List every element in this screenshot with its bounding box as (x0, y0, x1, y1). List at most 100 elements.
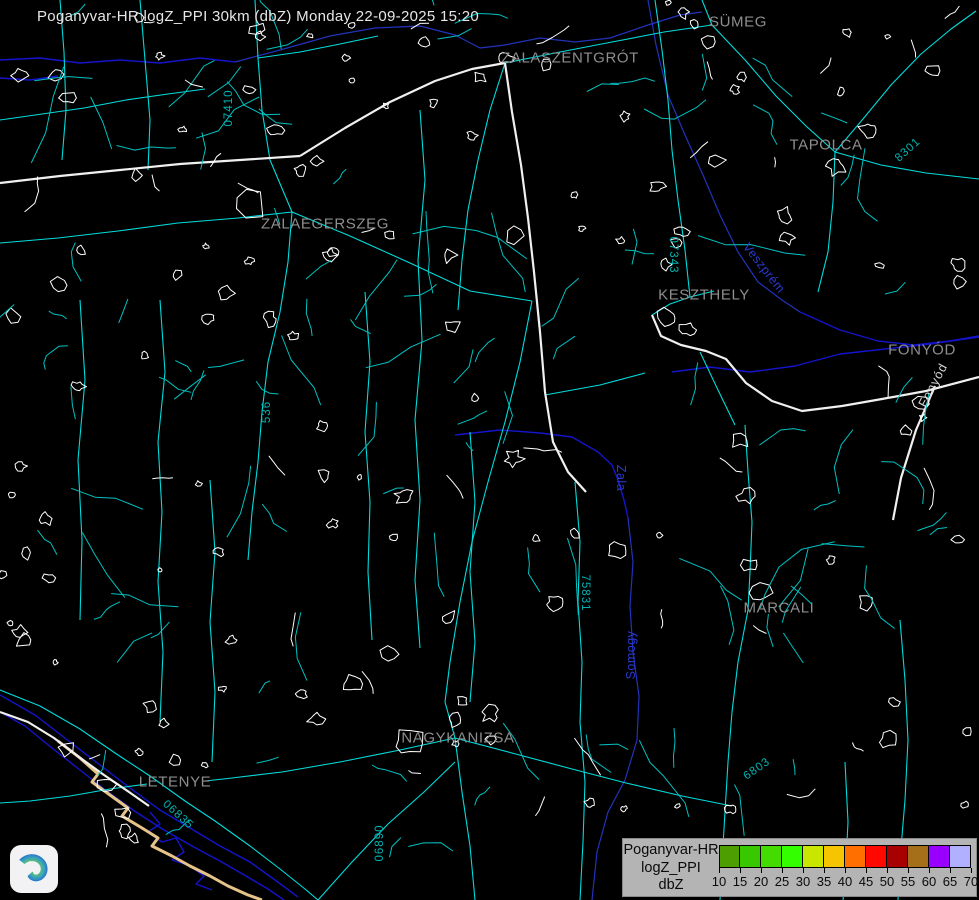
minor-road-line (586, 735, 611, 773)
minor-road-line (71, 488, 143, 509)
settlement-outline (661, 258, 672, 271)
small-outline-line (362, 671, 373, 694)
settlement-outline (875, 263, 885, 269)
road-line (0, 212, 292, 243)
settlement-outline (50, 277, 67, 292)
minor-road-line (111, 594, 178, 607)
small-outline-line (924, 468, 934, 510)
settlement-outline (8, 492, 15, 498)
settlement-outline (288, 331, 299, 340)
minor-road-line (753, 58, 793, 97)
road-line (505, 25, 712, 63)
settlement-outline (143, 701, 156, 713)
legend-tick-label: 50 (876, 874, 898, 889)
minor-road-line (196, 97, 259, 138)
radar-viewport: SÜMEGZALASZENTGRÓTTAPOLCAZALAEGERSZEGKES… (0, 0, 979, 900)
minor-road-line (753, 105, 777, 145)
settlement-outline (295, 690, 307, 699)
settlement-outline (59, 93, 77, 103)
legend-color-cell (908, 845, 929, 868)
minor-road-line (567, 538, 578, 615)
settlement-outline (579, 226, 586, 231)
legend-color-cell (761, 845, 782, 868)
road-line (470, 432, 475, 702)
minor-road-line (267, 29, 308, 49)
legend-color-cell (719, 845, 740, 868)
small-outline-line (447, 475, 464, 499)
settlement-outline (666, 0, 672, 5)
minor-road-line (587, 84, 619, 92)
settlement-outline (650, 182, 667, 191)
minor-road-line (274, 208, 280, 225)
settlement-outline (701, 36, 715, 49)
settlement-outline (310, 155, 324, 166)
minor-road-line (492, 213, 526, 292)
minor-road-line (793, 759, 795, 775)
settlement-outline (173, 270, 182, 280)
legend-color-cell (845, 845, 866, 868)
small-outline-line (753, 626, 766, 634)
small-outline-line (362, 228, 375, 232)
settlement-outline (53, 660, 58, 666)
small-outline-line (185, 80, 203, 87)
settlement-outline (951, 258, 965, 271)
settlement-outline (39, 512, 52, 526)
minor-road-line (282, 336, 321, 406)
main-road-line (0, 156, 300, 183)
settlement-outline (244, 257, 254, 265)
road-line (835, 152, 979, 179)
legend-unit: dbZ (623, 877, 719, 895)
settlement-outline (349, 78, 355, 83)
settlement-outline (621, 806, 628, 812)
small-outline-line (787, 789, 816, 798)
small-outline-line (101, 814, 108, 848)
legend-tick-label: 65 (939, 874, 961, 889)
settlement-outline (670, 239, 682, 248)
small-outline-line (878, 366, 889, 397)
road-line (455, 738, 732, 806)
minor-road-line (679, 558, 741, 600)
settlement-outline (385, 231, 394, 239)
small-outline-line (25, 177, 39, 212)
legend-panel: Poganyvar-HR logZ_PPI dbZ 10152025303540… (622, 838, 977, 897)
small-outline-line (210, 153, 221, 167)
settlement-outline (900, 425, 912, 435)
road-line (365, 292, 372, 640)
minor-road-line (834, 430, 853, 494)
minor-road-line (674, 728, 676, 768)
road-line (445, 301, 532, 738)
settlement-outline (263, 311, 276, 327)
settlement-outline (169, 754, 180, 765)
legend-tick-label: 15 (729, 874, 751, 889)
settlement-outline (317, 421, 328, 432)
legend-tick-mark (908, 868, 909, 873)
settlement-outline (15, 462, 27, 472)
image-title: Poganyvar-HR logZ_PPI 30km (dbZ) Monday … (37, 8, 479, 25)
road-line (702, 0, 712, 25)
small-outline-line (911, 40, 915, 58)
settlement-outline (825, 159, 846, 177)
settlement-outline (584, 798, 594, 807)
road-line (78, 300, 85, 620)
road-line (545, 373, 645, 395)
minor-road-line (306, 299, 312, 336)
settlement-outline (571, 528, 580, 538)
road-line (415, 110, 425, 648)
road-line (210, 480, 215, 762)
legend-tick-label: 70 (960, 874, 979, 889)
legend-color-cell (803, 845, 824, 868)
settlement-outline (889, 698, 901, 707)
settlement-outline (178, 126, 187, 131)
small-outline-line (720, 458, 743, 472)
settlement-outline (156, 52, 165, 60)
legend-color-scale (719, 845, 971, 868)
road-line (318, 762, 455, 900)
minor-road-line (610, 78, 655, 83)
settlement-outline (357, 475, 361, 481)
legend-tick-label: 40 (834, 874, 856, 889)
settlement-outline (657, 532, 663, 538)
minor-road-line (71, 387, 76, 419)
settlement-outline (12, 625, 28, 638)
settlement-outline (443, 611, 455, 624)
settlement-outline (779, 232, 795, 245)
